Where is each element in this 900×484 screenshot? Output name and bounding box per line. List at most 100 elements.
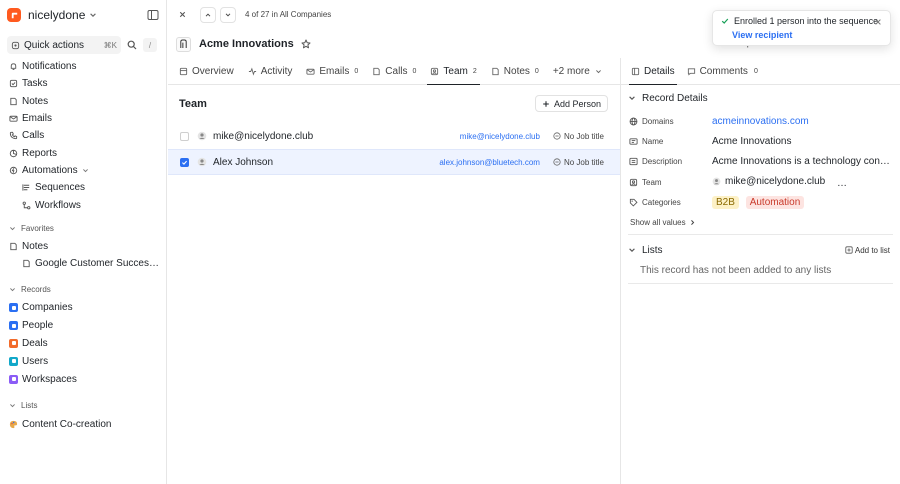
table-row[interactable]: mike@nicelydone.club mike@nicelydone.clu… xyxy=(168,123,620,149)
team-icon xyxy=(629,178,638,187)
sidebar-toggle-icon[interactable] xyxy=(147,9,159,21)
add-person-button[interactable]: Add Person xyxy=(534,95,608,112)
tab-label: Team xyxy=(443,66,468,77)
chevron-right-icon xyxy=(689,219,696,226)
favorite-item-label: Notes xyxy=(22,241,49,253)
tab-more[interactable]: +2 more xyxy=(552,59,607,84)
chevron-down-icon xyxy=(595,68,602,75)
chevron-down-icon xyxy=(9,286,16,293)
field-label: Team xyxy=(642,177,662,187)
team-member-chip[interactable]: mike@nicelydone.club xyxy=(712,176,825,187)
favorite-item-label: Google Customer Success ... xyxy=(35,258,160,270)
person-name[interactable]: mike@nicelydone.club xyxy=(213,131,313,142)
row-checkbox[interactable] xyxy=(180,157,189,167)
quick-actions-button[interactable]: Quick actions ⌘K xyxy=(7,36,121,54)
activity-icon xyxy=(248,67,257,76)
sidebar-item-people[interactable]: People xyxy=(0,317,167,335)
add-to-list-button[interactable]: Add to list xyxy=(845,246,890,255)
sidebar-item-companies[interactable]: Companies xyxy=(0,299,167,317)
lists-header[interactable]: Lists Add to list xyxy=(621,241,900,259)
category-tag[interactable]: Automation xyxy=(745,195,805,209)
category-tag[interactable]: B2B xyxy=(712,195,739,209)
tab-activity[interactable]: Activity xyxy=(247,59,294,84)
close-icon[interactable] xyxy=(178,10,187,19)
toast-message: Enrolled 1 person into the sequence xyxy=(734,16,879,26)
favorite-item-google-customer-success[interactable]: Google Customer Success ... xyxy=(0,255,167,272)
workspace-switcher[interactable]: nicelydone xyxy=(0,1,166,29)
tab-comments[interactable]: Comments 0 xyxy=(687,58,758,84)
sidebar-item-sequences[interactable]: Sequences xyxy=(0,179,167,196)
note-icon xyxy=(9,97,18,106)
table-row[interactable]: Alex Johnson alex.johnson@bluetech.com N… xyxy=(168,149,620,175)
close-icon[interactable] xyxy=(874,18,882,26)
tab-calls[interactable]: Calls 0 xyxy=(371,59,417,84)
row-checkbox[interactable] xyxy=(180,131,189,141)
field-label: Name xyxy=(642,136,664,146)
minus-circle-icon xyxy=(553,132,561,140)
name-value[interactable]: Acme Innovations xyxy=(712,136,792,147)
sidebar-item-automations[interactable]: Automations xyxy=(0,162,167,179)
team-member-chip[interactable]: Alex Johnson xyxy=(837,176,890,187)
tab-team[interactable]: Team 2 xyxy=(427,59,481,85)
divider xyxy=(628,234,893,235)
tab-overview[interactable]: Overview xyxy=(178,59,235,84)
tab-label: +2 more xyxy=(552,66,590,77)
previous-record-button[interactable] xyxy=(200,6,216,23)
workspace-name: nicelydone xyxy=(28,8,86,22)
sidebar: nicelydone Quick actions ⌘K / Notificati… xyxy=(0,0,167,484)
favorites-label: Favorites xyxy=(21,224,54,233)
next-record-button[interactable] xyxy=(220,6,236,23)
sidebar-item-reports[interactable]: Reports xyxy=(0,144,167,161)
domain-link[interactable]: acmeinnovations.com xyxy=(712,116,809,127)
lists-section-header[interactable]: Lists xyxy=(0,398,167,413)
person-email[interactable]: alex.johnson@bluetech.com xyxy=(439,158,540,167)
field-domains: Domains acmeinnovations.com xyxy=(629,112,895,130)
favorites-section-header[interactable]: Favorites xyxy=(0,221,167,236)
company-logo xyxy=(176,36,191,52)
sidebar-item-content-co-creation[interactable]: Content Co-creation xyxy=(0,416,167,433)
sidebar-item-users[interactable]: Users xyxy=(0,352,167,370)
sidebar-item-workflows[interactable]: Workflows xyxy=(0,196,167,213)
chevron-down-icon xyxy=(81,167,90,174)
record-position: 4 of 27 in All Companies xyxy=(245,10,332,19)
sequence-icon xyxy=(22,183,31,192)
slash-shortcut-button[interactable]: / xyxy=(143,38,157,52)
description-icon xyxy=(629,157,638,166)
sidebar-item-emails[interactable]: Emails xyxy=(0,110,167,127)
star-icon[interactable] xyxy=(301,39,311,49)
sidebar-item-notes[interactable]: Notes xyxy=(0,93,167,110)
tab-count: 0 xyxy=(412,68,417,75)
search-icon[interactable] xyxy=(127,40,137,50)
sidebar-item-deals[interactable]: Deals xyxy=(0,335,167,353)
person-icon xyxy=(712,177,721,186)
person-name[interactable]: Alex Johnson xyxy=(213,157,273,168)
show-all-values-link[interactable]: Show all values xyxy=(630,218,696,227)
category-tags: B2B Automation xyxy=(712,195,808,209)
person-job-title: No Job title xyxy=(553,132,604,141)
record-details-header[interactable]: Record Details xyxy=(621,89,900,107)
text-field-icon xyxy=(629,137,638,146)
mail-icon xyxy=(306,67,315,76)
chevron-down-icon xyxy=(628,94,636,102)
sidebar-item-workspaces[interactable]: Workspaces xyxy=(0,370,167,388)
field-label: Description xyxy=(642,156,683,166)
team-member-name: mike@nicelydone.club xyxy=(725,175,826,187)
toast-notification: Enrolled 1 person into the sequence View… xyxy=(712,10,891,46)
tab-notes[interactable]: Notes 0 xyxy=(490,59,540,84)
tab-details[interactable]: Details xyxy=(629,58,677,85)
person-email[interactable]: mike@nicelydone.club xyxy=(460,132,540,141)
sidebar-item-calls[interactable]: Calls xyxy=(0,127,167,144)
check-icon xyxy=(721,17,729,25)
favorite-item-notes[interactable]: Notes xyxy=(0,238,167,255)
record-details-label: Record Details xyxy=(642,92,708,104)
sidebar-item-notifications[interactable]: Notifications xyxy=(0,58,167,75)
view-recipient-link[interactable]: View recipient xyxy=(732,30,792,40)
overview-icon xyxy=(179,67,188,76)
note-icon xyxy=(9,242,18,251)
records-section-header[interactable]: Records xyxy=(0,282,167,297)
tab-emails[interactable]: Emails 0 xyxy=(305,59,359,84)
tab-count: 0 xyxy=(534,68,539,75)
description-value[interactable]: Acme Innovations is a technology consult… xyxy=(712,156,890,167)
bell-icon xyxy=(9,62,18,71)
sidebar-item-tasks[interactable]: Tasks xyxy=(0,75,167,92)
